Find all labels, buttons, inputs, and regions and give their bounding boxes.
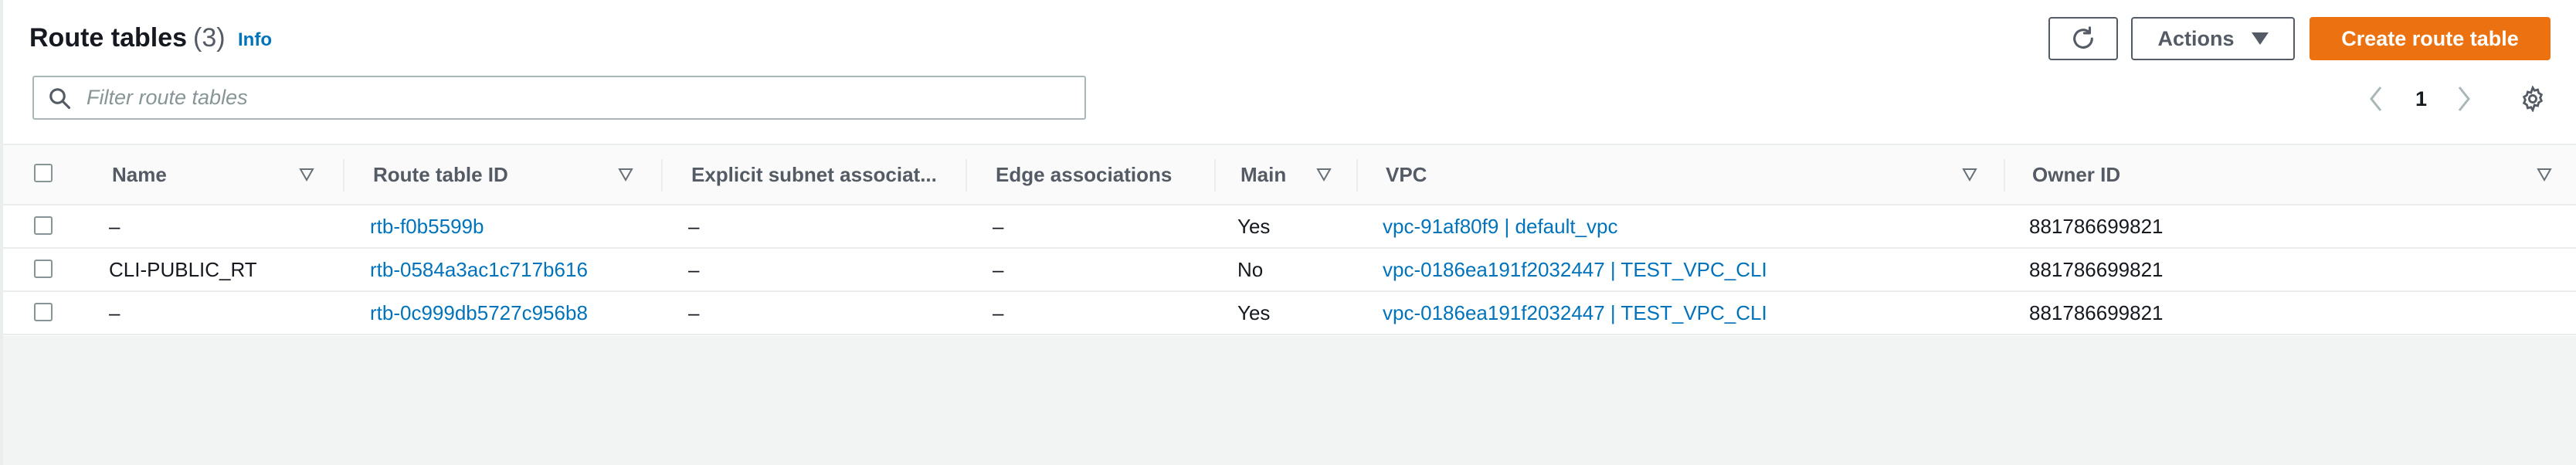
refresh-button[interactable]	[2048, 17, 2118, 60]
next-page-button[interactable]	[2456, 83, 2472, 114]
create-route-table-button[interactable]: Create route table	[2310, 17, 2551, 60]
cell-vpc[interactable]: vpc-0186ea191f2032447 | TEST_VPC_CLI	[1383, 292, 1767, 334]
column-label: Route table ID	[373, 162, 508, 186]
cell-name: –	[109, 214, 120, 238]
column-label: Owner ID	[2032, 162, 2121, 186]
column-divider[interactable]	[1356, 159, 1358, 192]
column-header-edge-associations[interactable]: Edge associations	[996, 145, 1172, 204]
previous-page-button[interactable]	[2368, 83, 2384, 114]
cell-main: No	[1237, 257, 1264, 281]
preferences-button[interactable]	[2520, 83, 2546, 114]
cell-vpc[interactable]: vpc-0186ea191f2032447 | TEST_VPC_CLI	[1383, 249, 1767, 290]
table-row[interactable]: – rtb-f0b5599b – – Yes vpc-91af80f9 | de…	[3, 205, 2576, 249]
column-divider[interactable]	[2004, 159, 2005, 192]
row-checkbox[interactable]	[34, 303, 53, 321]
cell-owner-id: 881786699821	[2029, 300, 2164, 324]
cell-edge-associations: –	[993, 257, 1004, 281]
page-title: Route tables (3)	[29, 23, 226, 53]
column-header-vpc[interactable]: VPC	[1386, 145, 1427, 204]
row-checkbox[interactable]	[34, 260, 53, 278]
search-input[interactable]	[87, 77, 1084, 118]
column-label: VPC	[1386, 162, 1427, 186]
column-divider[interactable]	[661, 159, 663, 192]
chevron-left-icon	[2370, 87, 2382, 111]
cell-edge-associations: –	[993, 214, 1004, 238]
column-header-name[interactable]: Name	[112, 145, 167, 204]
actions-label: Actions	[2157, 26, 2235, 50]
sort-icon[interactable]	[2537, 145, 2552, 204]
cell-main: Yes	[1237, 214, 1271, 238]
route-table-count: (3)	[193, 23, 226, 53]
search-box[interactable]	[32, 76, 1086, 120]
row-checkbox[interactable]	[34, 216, 53, 235]
cell-vpc[interactable]: vpc-91af80f9 | default_vpc	[1383, 205, 1618, 247]
column-header-explicit-subnet-associations[interactable]: Explicit subnet associat...	[691, 145, 937, 204]
column-divider[interactable]	[966, 159, 967, 192]
sort-icon[interactable]	[1962, 145, 1977, 204]
sort-icon[interactable]	[1316, 145, 1332, 204]
refresh-icon	[2073, 26, 2093, 49]
cell-edge-associations: –	[993, 300, 1004, 324]
sort-icon[interactable]	[618, 145, 633, 204]
column-header-route-table-id[interactable]: Route table ID	[373, 145, 508, 204]
info-link[interactable]: Info	[238, 29, 272, 51]
caret-down-icon	[2251, 32, 2269, 45]
select-all-checkbox[interactable]	[34, 164, 53, 182]
table-row[interactable]: – rtb-0c999db5727c956b8 – – Yes vpc-0186…	[3, 292, 2576, 335]
cell-explicit-subnet: –	[688, 300, 700, 324]
column-label: Main	[1240, 162, 1287, 186]
column-label: Name	[112, 162, 167, 186]
column-label: Edge associations	[996, 162, 1173, 186]
cell-name: CLI-PUBLIC_RT	[109, 257, 257, 281]
cell-owner-id: 881786699821	[2029, 257, 2164, 281]
cell-route-table-id[interactable]: rtb-f0b5599b	[370, 205, 484, 247]
column-header-owner-id[interactable]: Owner ID	[2032, 145, 2120, 204]
cell-name: –	[109, 300, 120, 324]
cell-owner-id: 881786699821	[2029, 214, 2164, 238]
page-title-text: Route tables	[29, 23, 188, 53]
column-label: Explicit subnet associat...	[691, 162, 937, 186]
current-page-number[interactable]: 1	[2415, 83, 2427, 114]
column-header-main[interactable]: Main	[1240, 145, 1286, 204]
actions-button[interactable]: Actions	[2131, 17, 2295, 60]
table-header: Name Route table ID Explicit subnet asso…	[3, 144, 2576, 205]
cell-main: Yes	[1237, 300, 1271, 324]
cell-explicit-subnet: –	[688, 214, 700, 238]
column-divider[interactable]	[1214, 159, 1216, 192]
cell-route-table-id[interactable]: rtb-0c999db5727c956b8	[370, 292, 588, 334]
cell-explicit-subnet: –	[688, 257, 700, 281]
sort-icon[interactable]	[299, 145, 314, 204]
table-row[interactable]: CLI-PUBLIC_RT rtb-0584a3ac1c717b616 – – …	[3, 249, 2576, 292]
column-divider[interactable]	[343, 159, 344, 192]
chevron-right-icon	[2458, 87, 2470, 111]
search-icon	[48, 84, 76, 112]
cell-route-table-id[interactable]: rtb-0584a3ac1c717b616	[370, 249, 588, 290]
gear-icon	[2522, 86, 2544, 112]
